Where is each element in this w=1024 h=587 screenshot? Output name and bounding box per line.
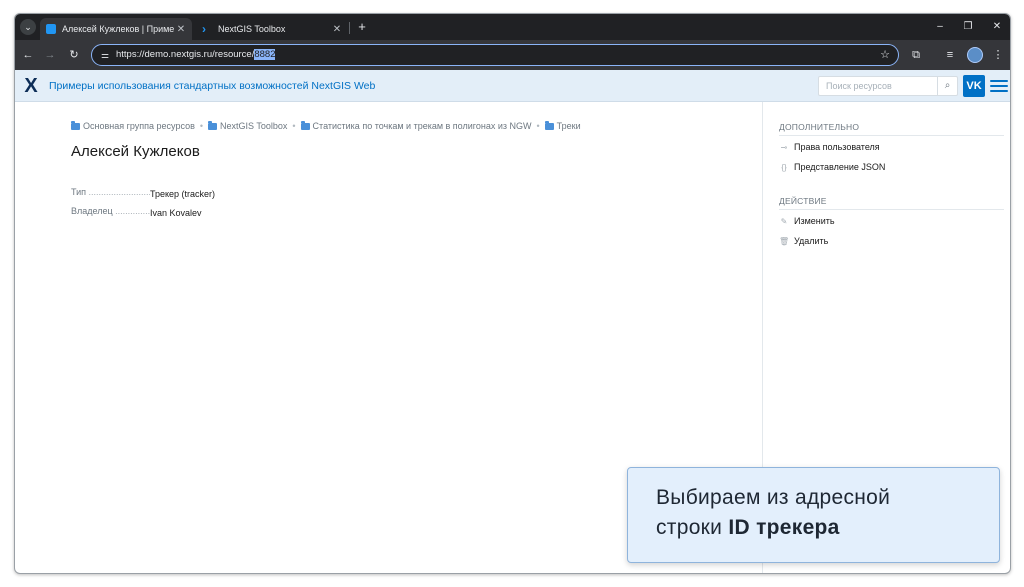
address-bar[interactable]: ⚌ https://demo.nextgis.ru/resource/8882 … [91, 44, 899, 66]
breadcrumb-item[interactable]: NextGIS Toolbox [208, 120, 287, 131]
ngw-favicon-icon [46, 24, 56, 34]
tab-search-icon[interactable]: ⌄ [20, 19, 36, 35]
sidebar-item-edit[interactable]: ✎ Изменить [779, 216, 835, 226]
tab-strip: ⌄ Алексей Кужлеков | Примеры ✕ › NextGIS… [15, 14, 1010, 40]
tab-close-icon[interactable]: ✕ [174, 24, 188, 35]
more-menu-icon[interactable]: ⋮ [990, 47, 1006, 63]
tab-separator [349, 22, 350, 34]
breadcrumb-separator: • [199, 121, 204, 131]
code-icon: {} [781, 162, 787, 172]
sidebar-item-delete[interactable]: 🗑 Удалить [779, 236, 828, 246]
breadcrumb: Основная группа ресурсов • NextGIS Toolb… [71, 120, 581, 131]
sidebar-heading-extra: ДОПОЛНИТЕЛЬНО [779, 122, 1004, 136]
tab-toolbox[interactable]: › NextGIS Toolbox ✕ [196, 18, 348, 40]
maximize-button[interactable]: ❐ [960, 19, 976, 35]
user-avatar[interactable]: VK [963, 75, 985, 97]
toolbox-favicon-icon: › [202, 22, 206, 36]
search-icon[interactable]: ⌕ [937, 77, 957, 95]
breadcrumb-separator: • [292, 121, 296, 131]
breadcrumb-item[interactable]: Основная группа ресурсов [71, 120, 195, 131]
folder-icon [300, 120, 310, 130]
tab-title: NextGIS Toolbox [218, 24, 286, 34]
hamburger-menu-icon[interactable] [990, 77, 1008, 95]
sidebar-item-json[interactable]: {} Представление JSON [779, 162, 885, 172]
folder-icon [71, 120, 80, 130]
reading-list-icon[interactable]: ≡ [942, 47, 958, 63]
app-header: X Примеры использования стандартных возм… [15, 70, 1010, 102]
resource-search: ⌕ [818, 76, 958, 96]
property-value: Трекер (tracker) [150, 189, 216, 199]
tab-close-icon[interactable]: ✕ [330, 24, 344, 35]
resource-id-selection[interactable]: 8882 [254, 49, 276, 60]
app-title[interactable]: Примеры использования стандартных возмож… [49, 70, 375, 102]
new-tab-button[interactable]: + [354, 19, 370, 35]
trash-icon: 🗑 [779, 236, 790, 246]
breadcrumb-separator: • [536, 121, 540, 131]
instruction-callout: Выбираем из адресной строки ID трекера [627, 467, 1000, 563]
tab-title: Алексей Кужлеков | Примеры [62, 24, 174, 34]
close-window-button[interactable]: ✕ [989, 19, 1005, 35]
property-owner: ВладелецIvan Kovalev [71, 206, 202, 218]
property-value: Ivan Kovalev [150, 208, 202, 218]
breadcrumb-item[interactable]: Треки [544, 120, 581, 131]
browser-toolbar: ← → ↻ ⚌ https://demo.nextgis.ru/resource… [15, 40, 1010, 70]
nextgis-logo-icon[interactable]: X [22, 76, 40, 96]
breadcrumb-item[interactable]: Статистика по точкам и трекам в полигона… [300, 120, 532, 131]
folder-icon [208, 120, 218, 130]
reload-icon[interactable]: ↻ [66, 47, 82, 63]
extensions-icon[interactable]: ⧉ [908, 47, 924, 63]
minimize-button[interactable]: – [932, 19, 948, 35]
bookmark-star-icon[interactable]: ☆ [878, 48, 892, 62]
profile-avatar-icon[interactable] [967, 47, 983, 63]
back-arrow-icon[interactable]: ← [20, 47, 36, 63]
site-settings-icon[interactable]: ⚌ [98, 48, 112, 62]
address-url[interactable]: https://demo.nextgis.ru/resource/8882 [116, 45, 276, 65]
tracks-folder-icon [544, 120, 554, 130]
sidebar-heading-action: ДЕЙСТВИЕ [779, 196, 1004, 210]
key-icon: ⊸ [780, 142, 788, 152]
page-title: Алексей Кужлеков [71, 143, 200, 160]
property-key: Владелец [71, 206, 150, 216]
property-key: Тип [71, 187, 150, 197]
callout-text: Выбираем из адресной строки ID трекера [656, 486, 891, 539]
tab-active[interactable]: Алексей Кужлеков | Примеры ✕ [40, 18, 192, 40]
sidebar-item-permissions[interactable]: ⊸ Права пользователя [779, 142, 880, 152]
forward-arrow-icon[interactable]: → [42, 47, 58, 63]
property-type: ТипТрекер (tracker) [71, 187, 215, 199]
pencil-icon: ✎ [780, 216, 788, 226]
resource-search-input[interactable] [819, 77, 937, 95]
